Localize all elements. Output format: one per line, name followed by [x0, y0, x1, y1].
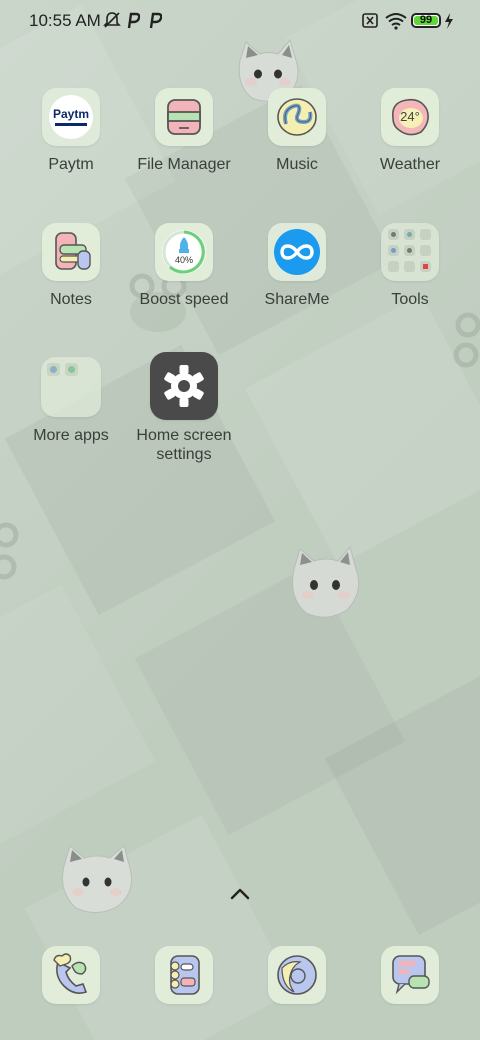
sim-off-icon	[362, 13, 378, 28]
app-music[interactable]: Music	[241, 88, 353, 174]
p-notification-icon	[127, 12, 140, 29]
frog-decoration	[453, 312, 480, 368]
app-home-screen-settings[interactable]: Home screen settings	[128, 352, 240, 464]
app-weather[interactable]: 24° Weather	[354, 88, 466, 174]
app-paytm[interactable]: Paytm Paytm	[15, 88, 127, 174]
music-icon	[268, 88, 326, 146]
clock: 10:55 AM	[29, 11, 101, 30]
boost-speed-icon: 40%	[155, 223, 213, 281]
app-label: File Manager	[137, 156, 231, 173]
wifi-icon	[385, 13, 407, 30]
status-bar: 10:55 AM 99	[0, 0, 480, 42]
dock-messages[interactable]	[354, 946, 466, 1004]
cat-decoration	[62, 845, 132, 913]
cat-decoration	[292, 545, 360, 618]
dock-contacts[interactable]	[128, 946, 240, 1004]
folder-icon	[381, 223, 439, 281]
boost-percentage: 40%	[174, 255, 193, 265]
browser-icon	[268, 946, 326, 1004]
app-label: Music	[276, 156, 318, 173]
folder-tools[interactable]: Tools	[354, 223, 466, 309]
dock-browser[interactable]	[241, 946, 353, 1004]
notes-icon	[42, 223, 100, 281]
charging-icon	[445, 13, 453, 29]
app-file-manager[interactable]: File Manager	[128, 88, 240, 174]
chevron-up-icon[interactable]	[229, 885, 251, 903]
battery-level: 99	[419, 14, 433, 26]
gear-icon	[150, 352, 218, 420]
folder-label: More apps	[33, 427, 109, 444]
app-label: Weather	[379, 156, 441, 173]
file-manager-icon	[155, 88, 213, 146]
weather-icon: 24°	[381, 88, 439, 146]
app-label: Notes	[50, 291, 92, 308]
app-label: ShareMe	[264, 291, 330, 308]
phone-icon	[42, 946, 100, 1004]
frog-decoration	[0, 522, 19, 580]
folder-more-apps[interactable]: More apps	[15, 357, 127, 445]
p-notification-icon	[149, 12, 162, 29]
battery-icon: 99	[411, 13, 441, 28]
app-boost-speed[interactable]: 40% Boost speed	[128, 223, 240, 309]
app-label: Home screen settings	[136, 427, 232, 463]
folder-label: Tools	[391, 291, 429, 308]
app-shareme[interactable]: ShareMe	[241, 223, 353, 309]
messages-icon	[381, 946, 439, 1004]
bell-off-icon	[103, 12, 121, 28]
dock-phone[interactable]	[15, 946, 127, 1004]
contacts-icon	[155, 946, 213, 1004]
folder-icon	[41, 357, 101, 417]
shareme-icon	[268, 223, 326, 281]
app-notes[interactable]: Notes	[15, 223, 127, 309]
paytm-icon: Paytm	[42, 88, 100, 146]
app-label: Boost speed	[139, 291, 229, 308]
svg-text:Paytm: Paytm	[53, 107, 89, 121]
app-label: Paytm	[48, 156, 94, 173]
weather-temperature: 24°	[400, 109, 420, 124]
